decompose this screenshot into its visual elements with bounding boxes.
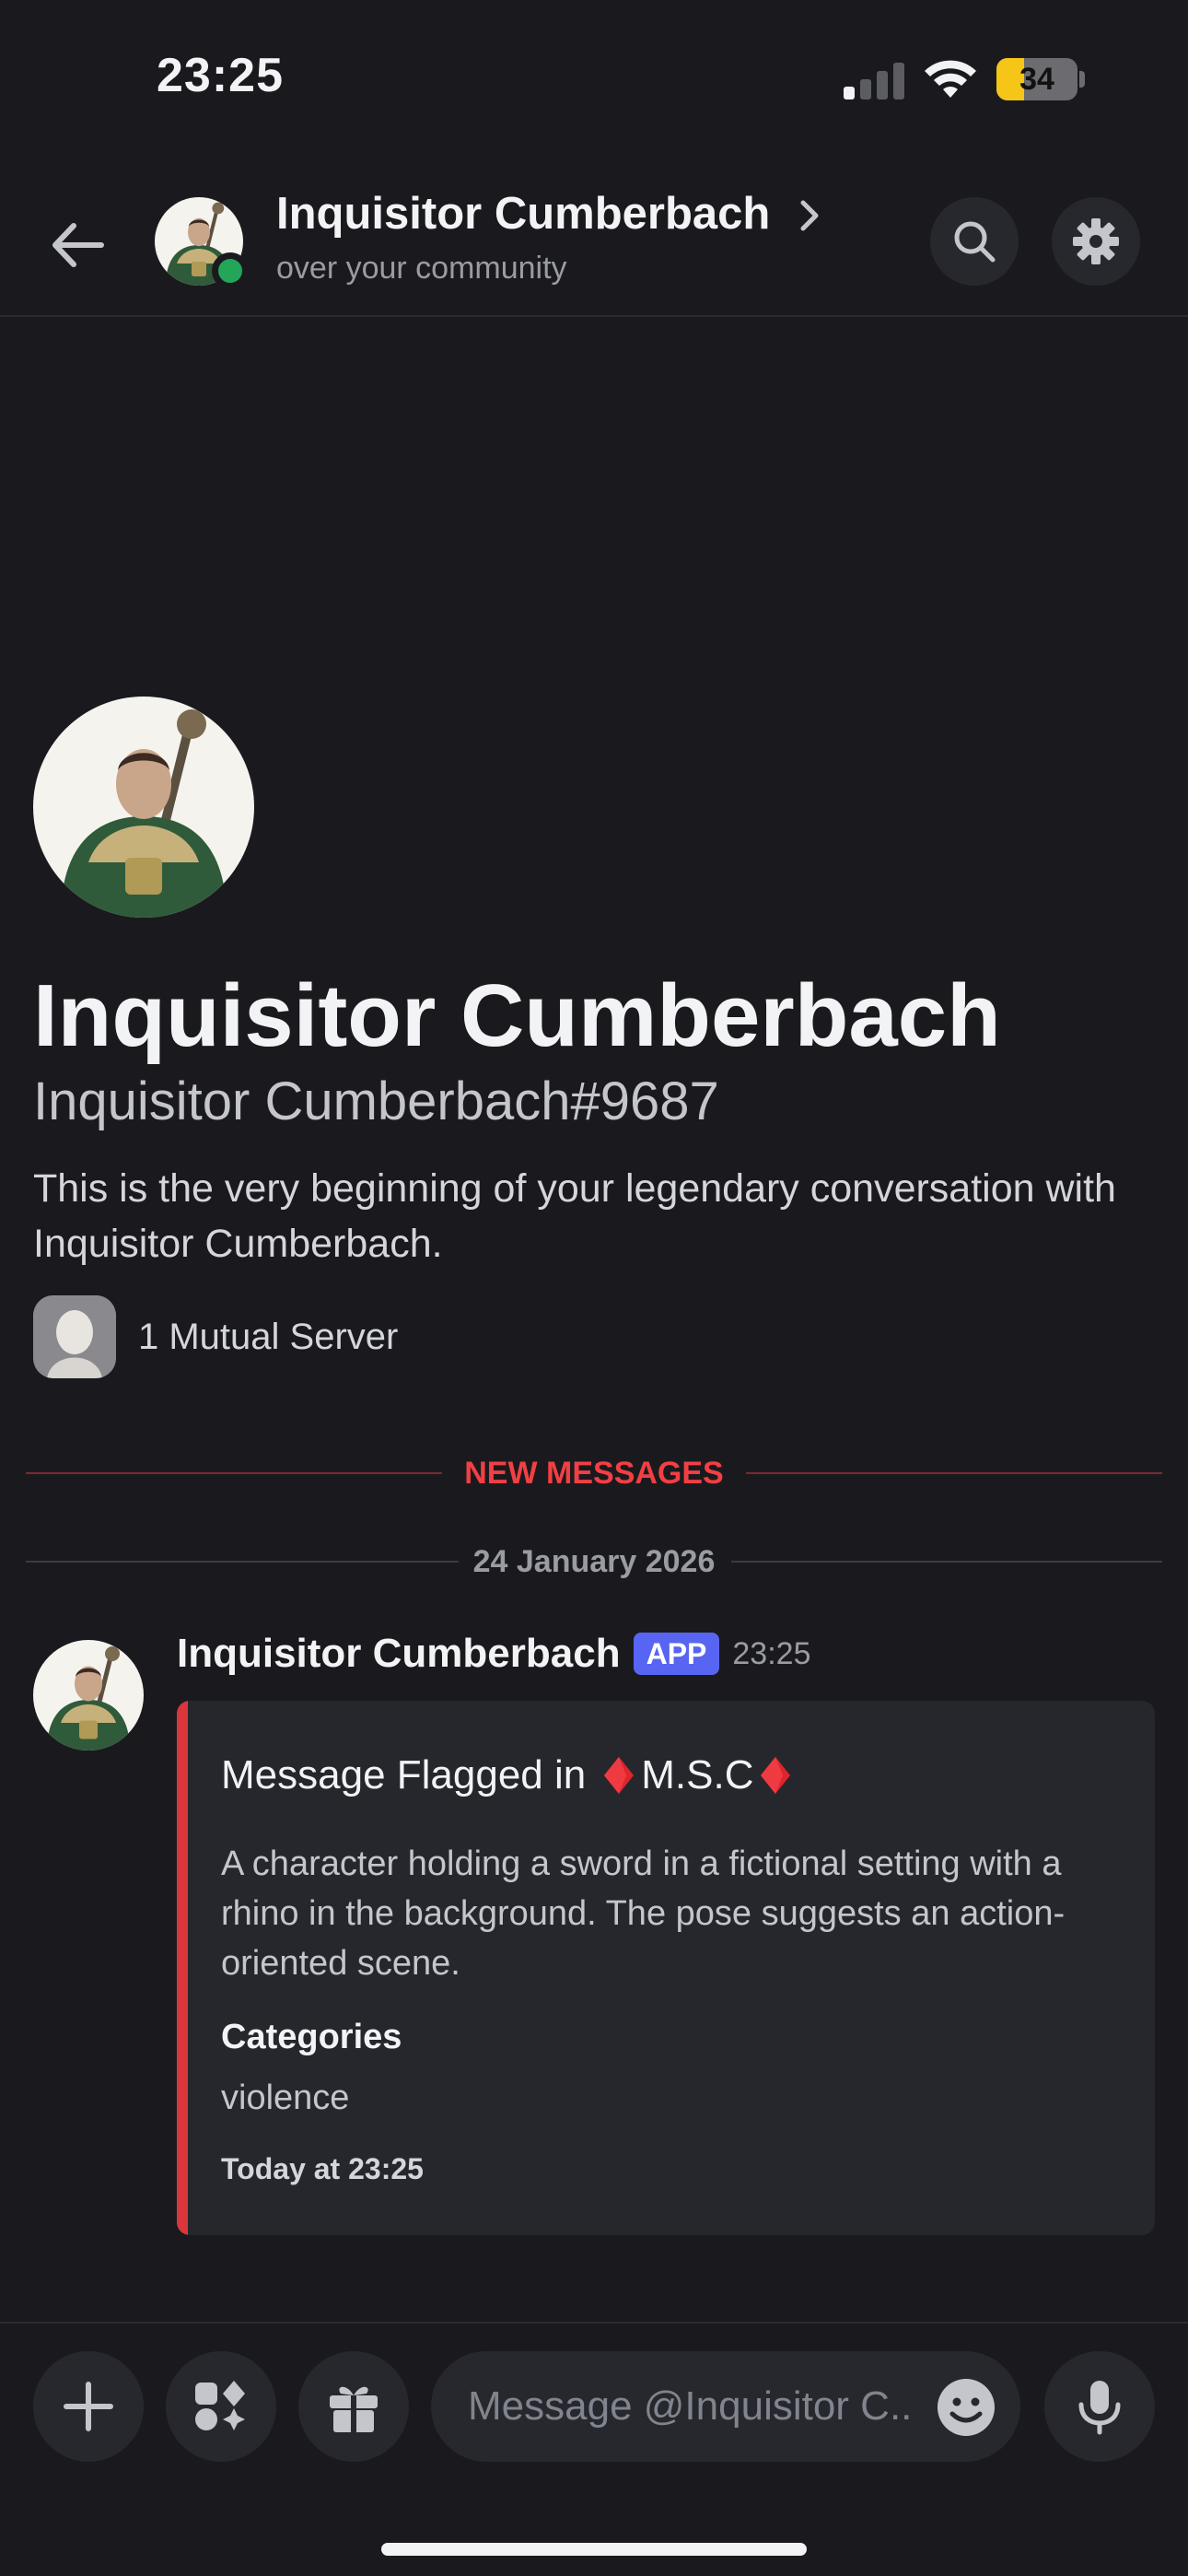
voice-message-button[interactable] (1044, 2351, 1155, 2462)
embed-description: A character holding a sword in a fiction… (221, 1844, 1066, 1983)
wifi-icon (925, 60, 976, 98)
embed-field-value: violence (221, 2078, 350, 2117)
arrow-left-icon (52, 223, 104, 267)
search-button[interactable] (930, 197, 1019, 286)
cellular-signal-icon (844, 63, 904, 100)
battery-level: 34 (1019, 62, 1054, 97)
mutual-servers-label: 1 Mutual Server (138, 1316, 399, 1357)
microphone-icon (1078, 2381, 1121, 2435)
battery-icon: 34 (996, 58, 1085, 100)
profile-display-name: Inquisitor Cumberbach (33, 966, 1001, 1065)
date-label: 24 January 2026 (472, 1544, 716, 1579)
embed-accent-bar (177, 1701, 188, 2235)
status-time: 23:25 (157, 49, 284, 102)
back-button[interactable] (41, 208, 114, 282)
message-composer (0, 2322, 1188, 2576)
message-header: Inquisitor Cumberbach APP 23:25 (177, 1631, 810, 1677)
app-badge: APP (633, 1633, 720, 1675)
plus-icon (64, 2382, 113, 2431)
chevron-right-icon[interactable] (796, 195, 823, 236)
gear-icon (1073, 218, 1119, 264)
message-author-name[interactable]: Inquisitor Cumberbach (177, 1631, 621, 1677)
red-diamond-icon (604, 1757, 635, 1794)
header-status-text: over your community (276, 251, 567, 286)
mutual-server-icon (33, 1295, 116, 1378)
profile-avatar[interactable] (33, 697, 254, 918)
embed-footer-timestamp: Today at 23:25 (221, 2152, 424, 2185)
settings-button[interactable] (1052, 197, 1140, 286)
dm-header: Inquisitor Cumberbach over your communit… (0, 175, 1188, 317)
date-divider: 24 January 2026 (26, 1539, 1162, 1585)
attach-button[interactable] (33, 2351, 144, 2462)
new-messages-label: NEW MESSAGES (464, 1456, 724, 1491)
red-diamond-icon (761, 1757, 791, 1794)
message-timestamp: 23:25 (732, 1635, 811, 1671)
gift-icon (330, 2386, 378, 2432)
header-name[interactable]: Inquisitor Cumberbach (276, 188, 770, 240)
message-embed: Message Flagged in M.S.C A character hol… (177, 1701, 1155, 2235)
gift-button[interactable] (298, 2351, 409, 2462)
conversation-intro-text: This is the very beginning of your legen… (33, 1166, 1116, 1266)
search-icon (954, 221, 996, 263)
online-status-dot (212, 252, 249, 289)
new-messages-divider: NEW MESSAGES (26, 1450, 1162, 1496)
apps-icon (195, 2381, 245, 2430)
embed-title: Message Flagged in M.S.C (221, 1752, 798, 1798)
inquisitor-avatar-icon (33, 1640, 144, 1751)
message-input-field[interactable] (431, 2351, 1020, 2462)
mutual-servers-link[interactable]: 1 Mutual Server (33, 1295, 398, 1378)
embed-title-server: M.S.C (641, 1752, 754, 1797)
home-indicator[interactable] (381, 2543, 807, 2556)
apps-button[interactable] (166, 2351, 276, 2462)
message-author-avatar[interactable] (33, 1640, 144, 1751)
profile-username-tag: Inquisitor Cumberbach#9687 (33, 1071, 719, 1131)
inquisitor-avatar-icon (33, 697, 254, 918)
status-bar: 23:25 34 (0, 0, 1188, 157)
embed-title-prefix: Message Flagged in (221, 1752, 587, 1797)
message-input[interactable] (468, 2351, 910, 2462)
emoji-icon[interactable] (936, 2377, 996, 2438)
embed-field-name: Categories (221, 2018, 402, 2056)
